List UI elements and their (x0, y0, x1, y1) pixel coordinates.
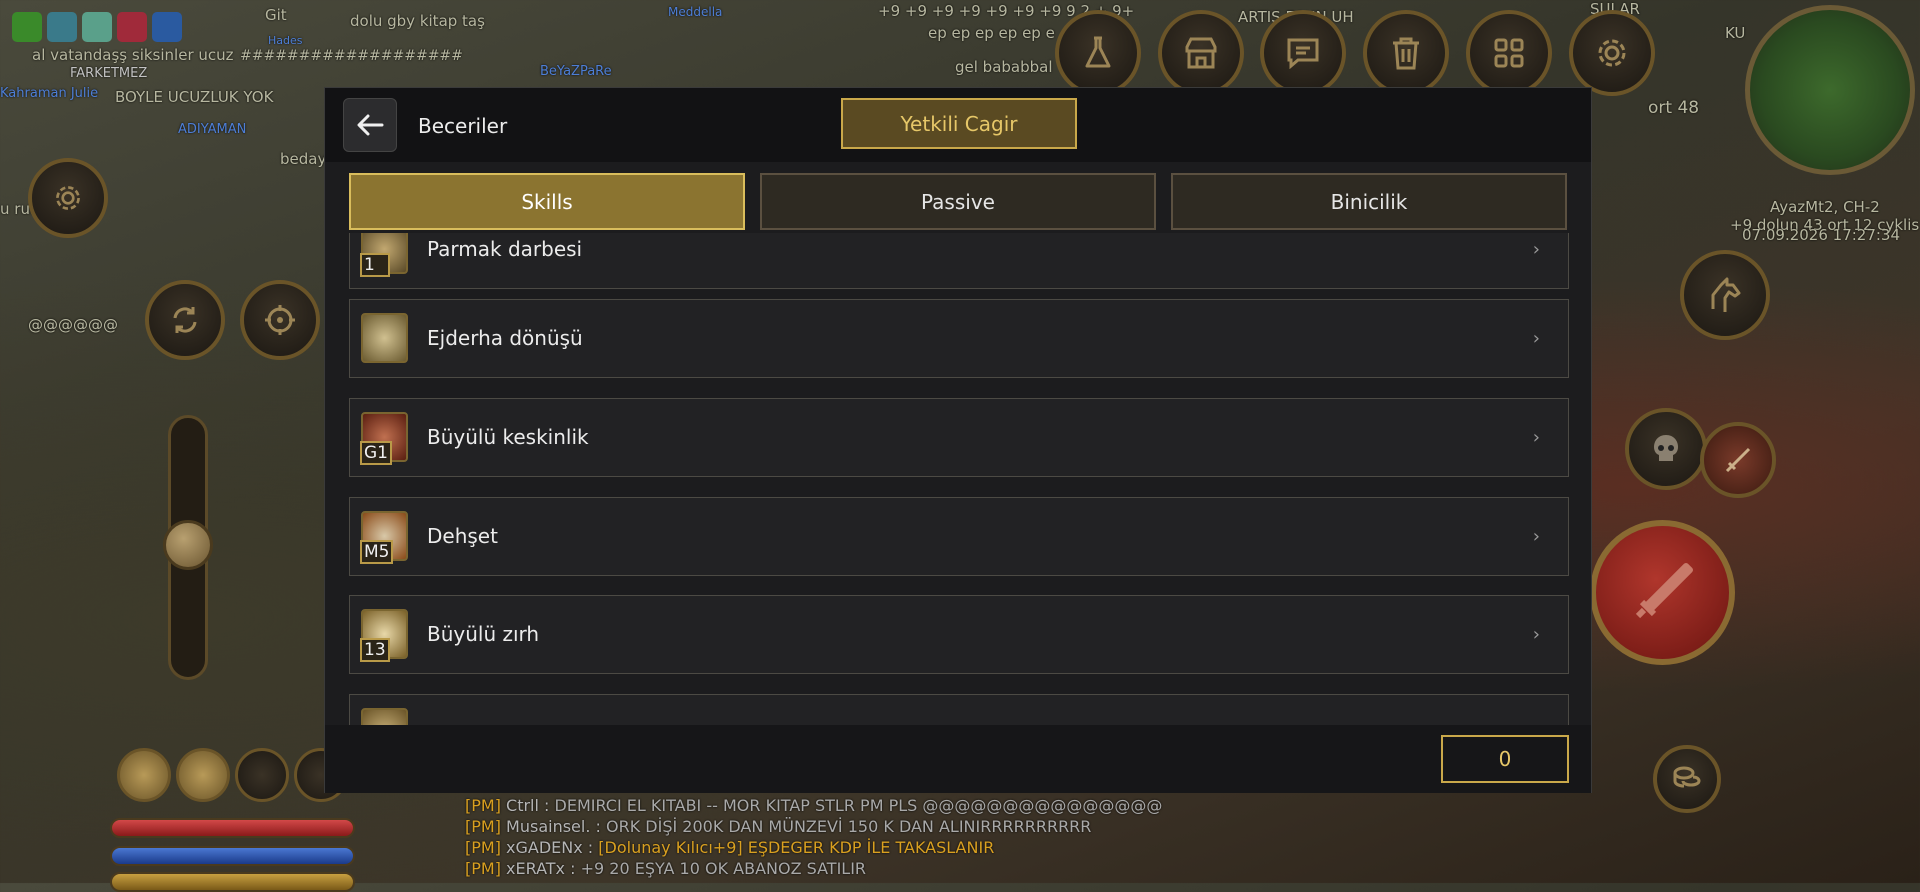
back-button[interactable] (343, 98, 397, 152)
buff-icon-teal (47, 12, 77, 42)
chat-line: [PM] xERATx : +9 20 EŞYA 10 OK ABANOZ SA… (465, 859, 867, 878)
skills-dialog: Beceriler Yetkili Cagir Skills Passive B… (324, 87, 1592, 793)
minimap[interactable] (1745, 5, 1915, 175)
shop-button[interactable] (1158, 10, 1244, 96)
target-button[interactable] (240, 280, 320, 360)
trash-icon (1393, 37, 1419, 70)
call-gm-button[interactable]: Yetkili Cagir (841, 98, 1077, 149)
chat-line: [PM] Musainsel. : ORK DİŞİ 200K DAN MÜNZ… (465, 817, 1092, 836)
skill-quick-sword[interactable] (1700, 422, 1776, 498)
player-name: FARKETMEZ (70, 66, 148, 81)
bg-text: @@@@@@ (28, 316, 118, 334)
bg-text: ep ep ep ep ep e (928, 24, 1055, 42)
target-icon (265, 305, 295, 335)
bg-text: gel bababbal (955, 58, 1053, 76)
gear-icon (1598, 39, 1626, 67)
skull-icon (1654, 435, 1678, 461)
shop-icon (1185, 37, 1217, 69)
buff-icon-mint (82, 12, 112, 42)
bg-text: ort 48 (1648, 98, 1700, 118)
player-name: Meddella (668, 5, 723, 19)
skill-name: Büyülü zırh (427, 622, 540, 646)
refresh-button[interactable] (145, 280, 225, 360)
attack-button[interactable] (1590, 520, 1735, 665)
quick-slot-orb[interactable] (176, 748, 230, 802)
refresh-icon (173, 307, 197, 333)
zoom-slider-handle[interactable] (163, 520, 213, 570)
skill-level-badge: 1 (360, 253, 390, 277)
sword-icon (1725, 447, 1751, 473)
bg-text: KU (1725, 24, 1746, 42)
skill-points-counter: 0 (1441, 735, 1569, 783)
chevron-right-icon: › (1532, 526, 1540, 547)
skill-level-badge: 13 (360, 638, 390, 662)
player-name: Hades (268, 34, 303, 47)
buff-icon-blue (152, 12, 182, 42)
sword-icon (1635, 562, 1693, 618)
menu-grid-button[interactable] (1466, 10, 1552, 96)
player-name: BeYaZPaRe (540, 64, 612, 79)
dialog-header: Beceriler Yetkili Cagir (325, 88, 1591, 162)
server-info: AyazMt2, CH-2 (1770, 198, 1880, 216)
skill-name: Dehşet (427, 524, 498, 548)
skill-quick-skull[interactable] (1625, 408, 1707, 490)
skill-row[interactable]: G1 Büyülü keskinlik › (349, 398, 1569, 477)
skill-row[interactable]: 1 Parmak darbesi › (349, 233, 1569, 289)
left-settings-button[interactable] (28, 158, 108, 238)
arrow-left-icon (357, 114, 384, 136)
coins-icon (1673, 766, 1701, 788)
dialog-footer (325, 725, 1591, 793)
flask-button[interactable] (1055, 10, 1141, 96)
skill-level-badge: G1 (360, 441, 392, 465)
coins-button[interactable] (1653, 745, 1721, 813)
gear-icon (56, 186, 80, 210)
skill-row[interactable]: 13 Büyülü zırh › (349, 595, 1569, 674)
bg-text: BOYLE UCUZLUK YOK (115, 88, 274, 106)
chevron-right-icon: › (1532, 239, 1540, 260)
tab-binicilik[interactable]: Binicilik (1171, 173, 1567, 230)
dragon-swirl-icon (361, 313, 408, 363)
buff-icon-green (12, 12, 42, 42)
mana-bar (110, 846, 355, 866)
datetime: 07.09.2026 17:27:34 (1742, 226, 1901, 244)
bg-text: al vatandaşş siksinler ucuz (32, 46, 234, 64)
skill-name: Ejderha dönüşü (427, 326, 583, 350)
grid-icon (1494, 38, 1524, 68)
skill-row[interactable]: Ejderha dönüşü › (349, 299, 1569, 378)
quick-slot-orb[interactable] (235, 748, 289, 802)
bg-text: dolu gby kitap taş (350, 12, 485, 30)
chat-icon (1287, 38, 1319, 69)
skill-row[interactable]: M5 Dehşet › (349, 497, 1569, 576)
buff-icon-red (117, 12, 147, 42)
dialog-title: Beceriler (418, 114, 508, 138)
flask-icon (1085, 36, 1111, 68)
bg-text: ################### (240, 48, 463, 64)
skill-name: Büyülü keskinlik (427, 425, 589, 449)
chat-log: [PM] Ctrll : DEMIRCI EL KITABI -- MOR KI… (465, 795, 1455, 879)
trash-button[interactable] (1363, 10, 1449, 96)
chevron-right-icon: › (1532, 427, 1540, 448)
horse-icon (1711, 277, 1741, 312)
partial-skill-icon (361, 708, 408, 725)
skill-list[interactable]: 1 Parmak darbesi › Ejderha dönüşü › G1 B… (349, 233, 1569, 725)
bg-text: beday (280, 150, 327, 168)
tab-skills[interactable]: Skills (349, 173, 745, 230)
stamina-bar (110, 872, 355, 892)
chat-line: [PM] xGADENx : [Dolunay Kılıcı+9] EŞDEGE… (465, 838, 995, 857)
bg-text: Git (265, 6, 287, 24)
player-name: ADIYAMAN (178, 122, 247, 137)
skill-name: Parmak darbesi (427, 237, 583, 261)
chevron-right-icon: › (1532, 328, 1540, 349)
health-bar (110, 818, 355, 838)
player-name: Kahraman Julie (0, 86, 99, 101)
mount-button[interactable] (1680, 250, 1770, 340)
skill-row[interactable] (349, 694, 1569, 725)
tab-passive[interactable]: Passive (760, 173, 1156, 230)
chat-button[interactable] (1260, 10, 1346, 96)
skill-level-badge: M5 (360, 540, 394, 564)
chat-line: [PM] Ctrll : DEMIRCI EL KITABI -- MOR KI… (465, 796, 1163, 815)
quick-slot-orb[interactable] (117, 748, 171, 802)
settings-button[interactable] (1569, 10, 1655, 96)
chevron-right-icon: › (1532, 624, 1540, 645)
